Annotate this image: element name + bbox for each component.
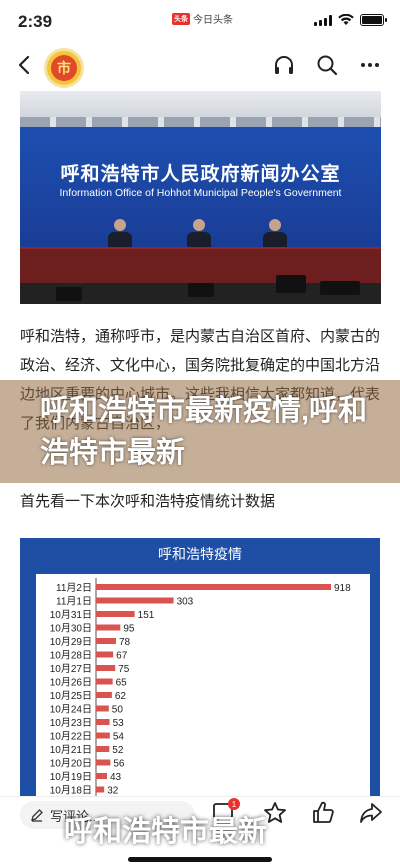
bar-chart: 11月2日 918 11月1日 303 10月31日 151 10月30日 95 10月29日 7…	[50, 578, 351, 797]
bar	[96, 651, 114, 658]
bar	[96, 597, 174, 604]
cellular-signal-icon	[314, 14, 332, 26]
category-label: 10月22日	[50, 731, 92, 743]
camera-shape	[320, 281, 360, 295]
category-label: 10月25日	[50, 690, 92, 702]
bar	[96, 692, 112, 698]
category-label: 10月31日	[50, 609, 92, 621]
bar	[96, 638, 116, 644]
bar	[96, 786, 105, 793]
value-label: 43	[110, 772, 122, 783]
category-label: 10月30日	[50, 623, 92, 635]
pen-icon	[31, 809, 43, 822]
bar	[96, 611, 135, 617]
chart-plot-area: 11月2日 918 11月1日 303 10月31日 151 10月30日 95 10月29日 7…	[36, 574, 370, 796]
overlay-title-bottom: 呼和浩特市最新	[64, 816, 268, 848]
battery-icon	[360, 14, 387, 26]
back-arrow-icon[interactable]	[12, 52, 38, 78]
home-indicator	[128, 857, 272, 862]
value-label: 54	[113, 732, 125, 743]
bar	[96, 732, 110, 739]
epidemic-chart-image[interactable]: 呼和浩特疫情 11月2日 918 11月1日 303 10月31日 151 10月30日 95…	[20, 538, 380, 796]
source-app-name: 今日头条	[193, 15, 233, 26]
bar	[96, 705, 109, 712]
bar	[96, 624, 121, 631]
source-app-pill[interactable]: 头条 今日头条	[172, 11, 233, 26]
category-label: 11月2日	[56, 582, 92, 594]
value-label: 303	[177, 597, 194, 608]
category-label: 10月26日	[50, 677, 92, 689]
hall-ceiling	[20, 91, 381, 127]
value-label: 67	[116, 651, 128, 662]
nav-bar: 市	[0, 44, 400, 88]
avatar-emblem: 市	[51, 55, 77, 81]
search-icon[interactable]	[315, 53, 339, 77]
category-label: 10月28日	[50, 650, 92, 662]
category-label: 11月1日	[56, 596, 92, 608]
more-options-icon[interactable]	[358, 53, 382, 77]
status-time: 2:39	[18, 12, 53, 31]
value-label: 50	[112, 705, 124, 716]
value-label: 75	[118, 664, 130, 675]
share-icon[interactable]	[358, 800, 384, 826]
value-label: 56	[113, 759, 125, 770]
value-label: 151	[138, 610, 155, 621]
press-conference-image[interactable]: 呼和浩特市人民政府新闻办公室 Information Office of Hoh…	[20, 91, 381, 304]
bar	[96, 584, 332, 590]
value-label: 52	[112, 745, 124, 756]
status-bar: 2:39 头条 今日头条	[0, 0, 400, 44]
value-label: 62	[115, 691, 127, 702]
value-label: 918	[334, 583, 351, 594]
publisher-avatar[interactable]: 市	[44, 48, 84, 88]
comment-count-badge: 1	[228, 798, 240, 810]
category-label: 10月20日	[50, 758, 92, 770]
bar	[96, 759, 111, 766]
category-label: 10月29日	[50, 636, 92, 648]
value-label: 32	[107, 786, 119, 797]
value-label: 65	[116, 678, 128, 689]
press-table	[20, 247, 381, 283]
toutiao-logo: 头条	[172, 12, 190, 25]
category-label: 10月21日	[50, 744, 92, 756]
category-label: 10月19日	[50, 771, 92, 783]
value-label: 95	[123, 624, 135, 635]
article-paragraph-2: 首先看一下本次呼和浩特疫情统计数据	[20, 493, 276, 510]
wifi-icon	[338, 14, 354, 25]
value-label: 78	[119, 637, 131, 648]
backdrop-subtitle: Information Office of Hohhot Municipal P…	[59, 187, 342, 199]
category-label: 10月23日	[50, 717, 92, 729]
bar	[96, 746, 110, 752]
status-icons	[314, 14, 387, 26]
camera-shape	[56, 287, 82, 301]
category-label: 10月24日	[50, 704, 92, 716]
bar	[96, 678, 113, 685]
overlay-title: 呼和浩特市最新疫情,呼和浩特市最新	[40, 395, 368, 469]
camera-shape	[276, 275, 306, 293]
category-label: 10月18日	[50, 785, 92, 797]
category-label: 10月27日	[50, 663, 92, 675]
headphones-icon[interactable]	[272, 53, 296, 77]
bar	[96, 719, 110, 725]
camera-shape	[188, 283, 214, 297]
chart-title: 呼和浩特疫情	[158, 546, 242, 562]
backdrop-title: 呼和浩特市人民政府新闻办公室	[60, 164, 341, 185]
value-label: 53	[113, 718, 125, 729]
bar	[96, 773, 108, 779]
bar	[96, 665, 116, 671]
